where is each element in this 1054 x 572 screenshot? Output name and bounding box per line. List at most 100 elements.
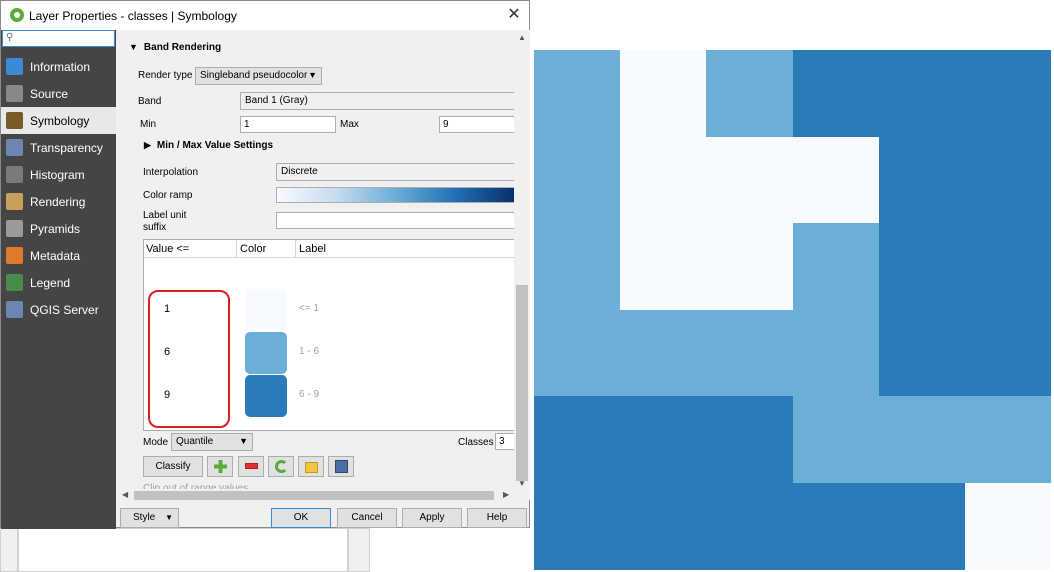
horizontal-scrollbar-thumb[interactable] — [134, 491, 494, 500]
label-unit-suffix-input[interactable] — [276, 212, 515, 229]
class-row-label[interactable]: 1 - 6 — [299, 346, 319, 357]
column-header-label[interactable]: Label — [299, 243, 326, 255]
min-label: Min — [140, 119, 157, 130]
class-row-label[interactable]: <= 1 — [299, 303, 319, 314]
mode-label: Mode — [143, 437, 169, 448]
class-table-header: Value <= Color Label — [144, 240, 514, 258]
map-raster-cell — [620, 223, 707, 310]
sidebar-item-label: Symbology — [30, 114, 90, 128]
label-unit-label: Label unit — [143, 210, 187, 221]
column-divider — [295, 240, 296, 258]
column-header-color[interactable]: Color — [240, 243, 266, 255]
apply-button[interactable]: Apply — [402, 508, 462, 528]
sidebar-item-pyramids[interactable]: Pyramids — [1, 215, 116, 242]
background-panel-left — [0, 528, 18, 572]
sidebar-item-symbology[interactable]: Symbology — [1, 107, 116, 134]
map-raster-cell — [964, 223, 1052, 310]
map-raster-cell — [534, 223, 621, 310]
minmax-settings-header[interactable]: ▶ Min / Max Value Settings — [144, 140, 273, 151]
class-row-color-swatch[interactable] — [245, 289, 287, 331]
map-raster-cell — [792, 309, 880, 397]
map-canvas[interactable] — [534, 50, 1052, 570]
map-raster-cell — [878, 136, 966, 224]
band-select[interactable]: Band 1 (Gray) — [240, 92, 515, 110]
sidebar-item-label: Rendering — [30, 195, 86, 209]
reverse-colors-button[interactable] — [268, 456, 294, 477]
sidebar-item-rendering[interactable]: Rendering — [1, 188, 116, 215]
chevron-down-icon: ▼ — [308, 70, 317, 80]
title-bar: Layer Properties - classes | Symbology ✕ — [1, 1, 529, 30]
sidebar-item-label: Histogram — [30, 168, 85, 182]
class-row-label[interactable]: 6 - 9 — [299, 389, 319, 400]
map-raster-cell — [964, 396, 1052, 483]
minmax-settings-title: Min / Max Value Settings — [156, 140, 274, 151]
screen: Layer Properties - classes | Symbology ✕… — [0, 0, 1054, 572]
scroll-left-icon[interactable]: ◀ — [122, 490, 128, 499]
map-raster-cell — [878, 50, 966, 137]
scroll-right-icon[interactable]: ▶ — [503, 490, 509, 499]
label-unit-suffix-label: suffix — [143, 222, 167, 233]
classify-button[interactable]: Classify — [143, 456, 203, 477]
map-raster-cell — [620, 136, 707, 224]
scroll-up-icon[interactable]: ▲ — [518, 33, 526, 42]
classes-spinbox[interactable]: 3 — [495, 433, 515, 450]
vertical-scrollbar-thumb[interactable] — [516, 285, 528, 481]
min-input[interactable]: 1 — [240, 116, 336, 133]
class-table[interactable]: Value <= Color Label 1 <= 1 6 1 - 6 9 6 … — [143, 239, 515, 431]
interpolation-value: Discrete — [281, 166, 318, 177]
folder-icon — [305, 462, 318, 473]
sidebar-item-source[interactable]: Source — [1, 80, 116, 107]
sidebar-item-qgis-server[interactable]: QGIS Server — [1, 296, 116, 323]
map-raster-cell — [964, 482, 1052, 570]
color-ramp-button[interactable] — [276, 187, 515, 203]
map-raster-cell — [878, 396, 966, 483]
map-raster-cell — [534, 309, 621, 397]
map-raster-cell — [792, 223, 880, 310]
remove-class-button[interactable] — [238, 456, 264, 477]
cancel-button[interactable]: Cancel — [337, 508, 397, 528]
help-button[interactable]: Help — [467, 508, 527, 528]
style-button[interactable]: Style ▼ — [120, 508, 179, 528]
band-rendering-header[interactable]: ▼ Band Rendering — [129, 42, 221, 53]
class-row-color-swatch[interactable] — [245, 332, 287, 374]
max-label: Max — [340, 119, 359, 130]
vertical-scrollbar[interactable]: ▲ ▼ — [514, 30, 530, 490]
map-raster-cell — [878, 223, 966, 310]
information-icon — [6, 58, 23, 75]
interpolation-select[interactable]: Discrete — [276, 163, 515, 181]
export-colormap-button[interactable] — [328, 456, 354, 477]
scroll-down-icon[interactable]: ▼ — [518, 479, 526, 488]
horizontal-scrollbar[interactable]: ◀ ▶ — [116, 489, 515, 502]
render-type-select[interactable]: Singleband pseudocolor ▼ — [195, 67, 322, 85]
sidebar-item-information[interactable]: Information — [1, 53, 116, 80]
map-raster-cell — [620, 482, 707, 570]
sidebar-item-histogram[interactable]: Histogram — [1, 161, 116, 188]
max-input[interactable]: 9 — [439, 116, 515, 133]
class-row-color-swatch[interactable] — [245, 375, 287, 417]
expand-triangle-icon: ▶ — [144, 140, 151, 150]
ok-button[interactable]: OK — [271, 508, 331, 528]
map-raster-cell — [964, 136, 1052, 224]
sidebar-search-input[interactable]: ⚲ — [2, 30, 115, 47]
sidebar-item-legend[interactable]: Legend — [1, 269, 116, 296]
sidebar-item-label: Information — [30, 60, 91, 74]
mode-select[interactable]: Quantile ▼ — [171, 433, 253, 451]
sidebar-item-metadata[interactable]: Metadata — [1, 242, 116, 269]
close-icon[interactable]: ✕ — [503, 4, 525, 26]
sidebar: ⚲ Information Source Symbology Transparency… — [1, 30, 116, 529]
load-colormap-button[interactable] — [298, 456, 324, 477]
style-button-label: Style — [133, 512, 156, 523]
chevron-down-icon: ▼ — [239, 436, 248, 446]
background-panel-middle — [18, 528, 348, 572]
sidebar-item-transparency[interactable]: Transparency — [1, 134, 116, 161]
add-class-button[interactable] — [207, 456, 233, 477]
collapse-triangle-icon: ▼ — [129, 42, 138, 52]
map-raster-cell — [706, 223, 793, 310]
column-header-value[interactable]: Value <= — [146, 243, 189, 255]
sidebar-item-label: Transparency — [30, 141, 103, 155]
map-raster-cell — [620, 50, 707, 137]
map-raster-cell — [792, 482, 880, 570]
sidebar-item-label: QGIS Server — [30, 303, 99, 317]
metadata-icon — [6, 247, 23, 264]
map-raster-cell — [706, 396, 793, 483]
